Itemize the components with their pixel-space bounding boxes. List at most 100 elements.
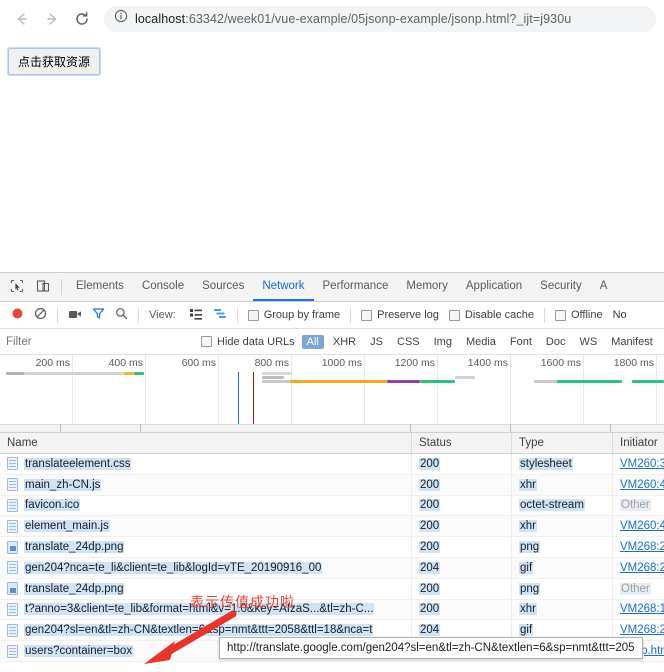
request-type: gif bbox=[519, 624, 534, 637]
type-filter-xhr[interactable]: XHR bbox=[328, 335, 361, 349]
overview-scrollbar[interactable] bbox=[0, 424, 664, 432]
column-header-name[interactable]: Name bbox=[0, 433, 412, 453]
tab-performance[interactable]: Performance bbox=[314, 273, 398, 301]
clear-button[interactable] bbox=[29, 302, 52, 328]
capture-screenshots-button[interactable] bbox=[63, 302, 87, 328]
preserve-log-checkbox[interactable]: Preserve log bbox=[356, 302, 444, 328]
request-initiator[interactable]: VM260:4 bbox=[620, 479, 664, 491]
overview-grid-mark bbox=[60, 424, 61, 432]
tab-application[interactable]: Application bbox=[457, 273, 531, 301]
type-filter-manifest[interactable]: Manifest bbox=[606, 335, 658, 349]
reload-button[interactable] bbox=[68, 5, 96, 33]
view-list-button[interactable] bbox=[184, 302, 208, 328]
file-doc-icon bbox=[7, 602, 18, 616]
search-button[interactable] bbox=[110, 302, 133, 328]
file-doc-icon bbox=[7, 498, 18, 512]
overview-tick-label: 800 ms bbox=[254, 357, 289, 369]
type-filter-media[interactable]: Media bbox=[461, 335, 501, 349]
overview-grid-mark bbox=[140, 424, 141, 432]
devtools-panel: Elements Console Sources Network Perform… bbox=[0, 272, 664, 672]
tab-network[interactable]: Network bbox=[253, 273, 314, 301]
cell-type: png bbox=[512, 537, 613, 557]
arrow-left-icon bbox=[13, 10, 31, 28]
type-filter-js[interactable]: JS bbox=[365, 335, 388, 349]
overview-bar bbox=[632, 380, 664, 383]
request-type: gif bbox=[519, 561, 534, 574]
group-by-frame-checkbox[interactable]: Group by frame bbox=[243, 302, 345, 328]
overview-bar bbox=[262, 380, 290, 383]
network-toolbar: View: Group by frame Preserve log Disabl… bbox=[0, 302, 664, 329]
overview-bar bbox=[262, 372, 292, 375]
table-row[interactable]: gen204?nca=te_li&client=te_lib&logId=vTE… bbox=[0, 557, 664, 579]
back-button[interactable] bbox=[8, 5, 36, 33]
file-doc-icon bbox=[7, 478, 18, 492]
column-header-status[interactable]: Status bbox=[412, 433, 512, 453]
table-row[interactable]: translate_24dp.png 200 png Other bbox=[0, 578, 664, 600]
file-doc-icon bbox=[7, 644, 18, 658]
tab-security[interactable]: Security bbox=[531, 273, 591, 301]
column-header-initiator[interactable]: Initiator bbox=[613, 433, 664, 453]
cell-name: translate_24dp.png bbox=[0, 537, 412, 557]
request-initiator[interactable]: VM260:3 bbox=[620, 458, 664, 470]
request-initiator[interactable]: VM268:2 bbox=[620, 541, 664, 553]
type-filter-font[interactable]: Font bbox=[505, 335, 537, 349]
request-initiator: Other bbox=[620, 499, 651, 512]
hide-data-urls-checkbox[interactable]: Hide data URLs bbox=[196, 329, 300, 354]
overview-tick-label: 1200 ms bbox=[394, 357, 435, 369]
cell-name: main_zh-CN.js bbox=[0, 474, 412, 495]
url-host: localhost bbox=[135, 11, 186, 26]
tab-sources[interactable]: Sources bbox=[193, 273, 253, 301]
record-button[interactable] bbox=[6, 302, 29, 328]
type-filter-ws[interactable]: WS bbox=[574, 335, 602, 349]
table-row[interactable]: translate_24dp.png 200 png VM268:2 bbox=[0, 537, 664, 558]
offline-checkbox[interactable]: Offline bbox=[550, 302, 608, 328]
type-filter-doc[interactable]: Doc bbox=[541, 335, 571, 349]
type-filter-img[interactable]: Img bbox=[429, 335, 457, 349]
table-row[interactable]: favicon.ico 200 octet-stream Other bbox=[0, 495, 664, 517]
type-filter-all[interactable]: All bbox=[301, 334, 324, 349]
overview-tick: 1000 ms bbox=[322, 355, 365, 432]
throttling-select[interactable]: No bbox=[608, 302, 632, 328]
info-circle-icon[interactable] bbox=[114, 9, 128, 28]
request-initiator[interactable]: VM268:1 bbox=[620, 603, 664, 615]
tab-audits[interactable]: A bbox=[591, 273, 617, 301]
inspect-element-button[interactable] bbox=[4, 273, 30, 301]
overview-bar bbox=[387, 380, 420, 383]
overview-tick-label: 1600 ms bbox=[540, 357, 581, 369]
forward-button[interactable] bbox=[38, 5, 66, 33]
view-waterfall-button[interactable] bbox=[208, 302, 232, 328]
request-type: xhr bbox=[519, 520, 537, 533]
request-initiator[interactable]: VM260:4 bbox=[620, 520, 664, 532]
group-by-frame-label: Group by frame bbox=[263, 309, 341, 321]
request-status: 200 bbox=[419, 582, 441, 595]
throttling-label: No bbox=[612, 309, 627, 321]
filter-input[interactable] bbox=[6, 332, 196, 351]
device-toolbar-button[interactable] bbox=[30, 273, 56, 301]
request-initiator[interactable]: VM268:2 bbox=[620, 624, 664, 636]
request-type: stylesheet bbox=[519, 457, 573, 470]
request-name: t?anno=3&client=te_lib&format=html&v=1.0… bbox=[24, 603, 375, 616]
hide-data-urls-label: Hide data URLs bbox=[217, 335, 295, 348]
cell-initiator: VM260:4 bbox=[613, 475, 664, 495]
filter-toggle-button[interactable] bbox=[87, 302, 110, 328]
tab-memory[interactable]: Memory bbox=[397, 273, 457, 301]
disable-cache-label: Disable cache bbox=[464, 309, 534, 321]
table-row[interactable]: main_zh-CN.js 200 xhr VM260:4 bbox=[0, 474, 664, 496]
search-icon bbox=[115, 307, 128, 323]
disable-cache-checkbox[interactable]: Disable cache bbox=[444, 302, 539, 328]
table-row[interactable]: element_main.js 200 xhr VM260:4 bbox=[0, 516, 664, 538]
fetch-resource-button[interactable]: 点击获取资源 bbox=[6, 47, 102, 76]
request-initiator[interactable]: VM268:2 bbox=[620, 562, 664, 574]
table-row[interactable]: translateelement.css 200 stylesheet VM26… bbox=[0, 454, 664, 475]
checkbox-box bbox=[554, 309, 566, 321]
network-overview[interactable]: 200 ms 400 ms 600 ms 800 ms 1000 ms 1200… bbox=[0, 355, 664, 433]
overview-grid-mark bbox=[610, 424, 611, 432]
address-bar[interactable]: localhost:63342/week01/vue-example/05jso… bbox=[104, 5, 656, 32]
table-row[interactable]: t?anno=3&client=te_lib&format=html&v=1.0… bbox=[0, 599, 664, 621]
overview-bar bbox=[420, 380, 455, 383]
tab-elements[interactable]: Elements bbox=[67, 273, 133, 301]
type-filter-css[interactable]: CSS bbox=[392, 335, 425, 349]
tab-console[interactable]: Console bbox=[133, 273, 193, 301]
column-header-type[interactable]: Type bbox=[512, 433, 613, 453]
request-type: png bbox=[519, 582, 541, 595]
